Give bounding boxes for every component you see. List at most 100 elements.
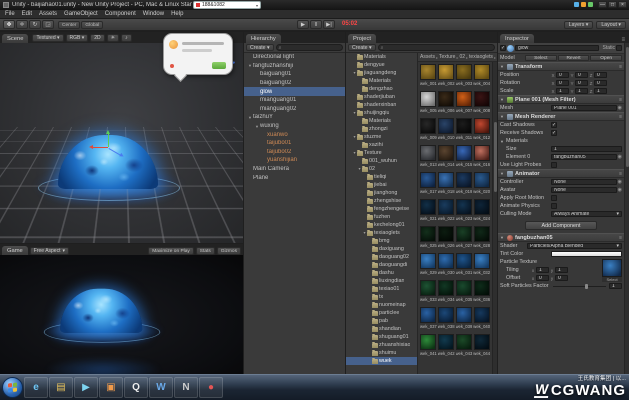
asset-tile-wek_020[interactable]: wek_020 [473,172,490,199]
asset-tile-wek_005[interactable]: wek_005 [420,91,437,118]
project-folder-tx[interactable]: tx [346,293,417,301]
chat-popup-bubble[interactable] [163,33,233,75]
asset-tile-wek_018[interactable]: wek_018 [438,172,455,199]
project-folder-dashu[interactable]: dashu [346,269,417,277]
minimize-button[interactable]: — [598,1,607,8]
hierarchy-item-xuanwo[interactable]: xuanwo [244,130,345,139]
project-folder-jianghong[interactable]: jianghong [346,189,417,197]
object-name-field[interactable]: glow [515,45,600,51]
project-folder-shuimu[interactable]: shuimu [346,349,417,357]
menu-item-window[interactable]: Window [143,11,164,17]
tab-game[interactable]: Game [2,246,28,255]
asset-tile-wek_028[interactable]: wek_028 [473,226,490,253]
soft-particles-field[interactable]: 1 [609,283,622,289]
shader-dropdown[interactable]: Particles/Alpha Blended ▾ [527,243,622,249]
asset-tile-wek_016[interactable]: wek_016 [473,145,490,172]
asset-tile-wek_003[interactable]: wek_003 [456,64,472,91]
chevron-down-icon[interactable]: ▾ [256,3,258,8]
foldout-icon[interactable]: ▼ [500,235,505,240]
hierarchy-item-fangtuzhanshiji[interactable]: ▼ fangtuzhanshiji [244,62,345,71]
tint-color-swatch[interactable] [551,251,622,257]
culling-mode-dropdown[interactable]: Always Animate ▾ [551,211,622,217]
tray-icon-2[interactable] [588,2,593,7]
media-player-taskbar-icon[interactable]: ▶ [74,377,98,398]
inspector-scrollbar[interactable] [624,43,629,374]
offset-y-field[interactable]: 0 [555,275,568,281]
hierarchy-item-yuanshijian[interactable]: yuanshijian [244,156,345,165]
asset-tile-wek_021[interactable]: wek_021 [420,199,437,226]
scene-control-1[interactable]: RGB ▾ [65,34,89,42]
foldout-icon[interactable]: ▼ [500,64,505,69]
offset-x-field[interactable]: 0 [536,275,549,281]
project-folder-fuzhen[interactable]: fuzhen [346,213,417,221]
position-z-field[interactable]: 0 [594,72,607,78]
recorder-taskbar-icon[interactable]: ● [199,377,223,398]
gear-icon[interactable]: ≡ [619,235,622,241]
asset-tile-wek_010[interactable]: wek_010 [438,118,455,145]
qq-taskbar-icon[interactable]: Q [124,377,148,398]
hierarchy-item-Directional light[interactable]: Directional light [244,53,345,62]
asset-tile-wek_040[interactable]: wek_040 [473,307,490,334]
mesh-field[interactable]: Plane 001 [551,105,617,111]
size-field[interactable]: 1 [551,146,622,152]
hierarchy-create-button[interactable]: Create ▾ [246,44,274,51]
asset-tile-wek_044[interactable]: wek_044 [473,334,490,361]
hierarchy-item-taijubo01[interactable]: taijubo01 [244,139,345,148]
project-folder-bmg[interactable]: bmg [346,237,417,245]
avatar-field[interactable]: None [551,187,617,193]
play-button[interactable]: ▶ [297,20,309,29]
prefab-select-button[interactable]: Select [525,55,557,61]
material-header[interactable]: ▼ fangbuzhan05 ≡ [498,233,624,242]
scale-z-field[interactable]: 1 [594,88,607,94]
asset-tile-wek_013[interactable]: wek_013 [420,145,437,172]
asset-tile-wek_019[interactable]: wek_019 [456,172,472,199]
tab-inspector[interactable]: Inspector [500,34,534,43]
menu-item-component[interactable]: Component [105,11,136,17]
project-folder-zhongzi[interactable]: zhongzi [346,125,417,133]
project-folder-daoguang02[interactable]: daoguang02 [346,253,417,261]
start-button[interactable] [2,377,23,398]
rotate-tool-button[interactable]: ↻ [29,20,41,29]
project-folder-particlee[interactable]: particlee [346,309,417,317]
project-folder-tieliqi[interactable]: tieliqi [346,173,417,181]
hierarchy-item-wuxing[interactable]: ▼ wuxing [244,122,345,131]
hierarchy-item-mianguang02[interactable]: mianguang02 [244,105,345,114]
asset-tile-wek_042[interactable]: wek_042 [438,334,455,361]
maximize-on-play-button[interactable]: Maximize on Play [148,247,194,255]
project-folder-Materials[interactable]: Materials [346,117,417,125]
asset-tile-wek_015[interactable]: wek_015 [456,145,472,172]
object-picker-icon[interactable]: ◉ [618,105,622,111]
root-motion-checkbox[interactable] [551,195,557,201]
notepad-taskbar-icon[interactable]: N [174,377,198,398]
move-tool-button[interactable]: ✛ [16,20,28,29]
popup-button[interactable] [212,62,226,69]
tray-icon-1[interactable] [581,2,586,7]
pause-button[interactable]: ‖ [310,20,322,29]
position-x-field[interactable]: 0 [556,72,569,78]
menu-item-assets[interactable]: Assets [39,11,57,17]
asset-tile-wek_025[interactable]: wek_025 [420,226,437,253]
tiling-y-field[interactable]: 1 [555,267,568,273]
center-toggle[interactable]: Center [58,21,81,29]
project-folder-daoguangdi[interactable]: daoguangdi [346,261,417,269]
hierarchy-item-glow[interactable]: glow [244,87,345,96]
texture-select-button[interactable]: Select [602,277,622,282]
prefab-revert-button[interactable]: Revert [557,55,590,61]
gizmos-button[interactable]: Gizmos [216,247,241,255]
hierarchy-item-baiguang01[interactable]: baiguang01 [244,70,345,79]
asset-tile-wek_027[interactable]: wek_027 [456,226,472,253]
breadcrumb-item-Texture[interactable]: Texture [439,54,455,60]
project-search-input[interactable]: ⌕ [377,44,495,51]
controller-field[interactable]: None [551,179,617,185]
receive-shadows-checkbox[interactable]: ✓ [551,130,557,136]
titlebar-search-overlay[interactable]: 188&1082 ▾ [193,1,261,9]
asset-tile-wek_017[interactable]: wek_017 [420,172,437,199]
scene-control-0[interactable]: Textured ▾ [32,34,64,42]
tab-project[interactable]: Project [348,34,377,43]
project-folder-texiaoglets[interactable]: ▼ texiaoglets [346,229,417,237]
asset-tile-wek_031[interactable]: wek_031 [456,253,472,280]
project-folder-kechelong01[interactable]: kechelong01 [346,221,417,229]
game-viewport[interactable] [0,255,243,374]
close-button[interactable]: × [618,1,627,8]
asset-tile-wek_029[interactable]: wek_029 [420,253,437,280]
